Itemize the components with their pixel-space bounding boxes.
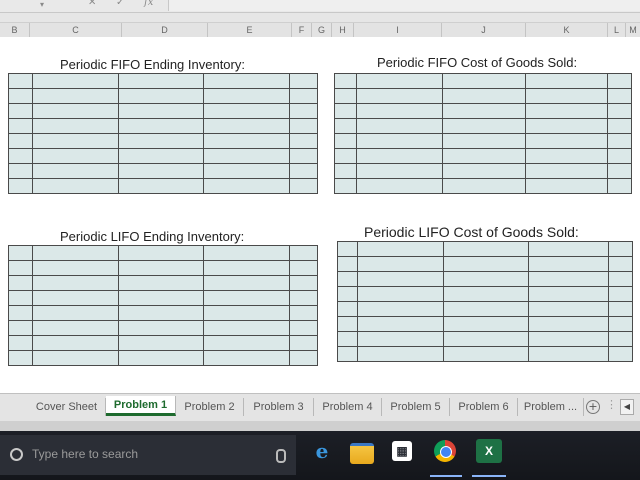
- more-options-icon[interactable]: ⋮: [606, 398, 617, 411]
- column-header-f[interactable]: F: [292, 23, 312, 37]
- column-header-b[interactable]: B: [0, 23, 30, 37]
- tab-problem-3[interactable]: Problem 3: [244, 398, 314, 416]
- column-header-h[interactable]: H: [332, 23, 354, 37]
- lifo-ending-inventory-table[interactable]: [8, 245, 318, 366]
- fifo-ending-inventory-title: Periodic FIFO Ending Inventory:: [60, 57, 245, 72]
- lifo-cogs-title: Periodic LIFO Cost of Goods Sold:: [364, 224, 579, 240]
- search-placeholder: Type here to search: [32, 447, 139, 461]
- taskbar-search-box[interactable]: Type here to search: [0, 435, 296, 475]
- column-header-c[interactable]: C: [30, 23, 122, 37]
- column-header-k[interactable]: K: [526, 23, 608, 37]
- sheet-tabs-bar: Cover Sheet Problem 1 Problem 2 Problem …: [0, 393, 640, 422]
- name-box-dropdown-icon[interactable]: ▾: [40, 0, 44, 9]
- tab-problem-4[interactable]: Problem 4: [314, 398, 382, 416]
- lifo-cogs-table[interactable]: [337, 241, 633, 362]
- microphone-icon[interactable]: [276, 449, 286, 463]
- add-sheet-icon[interactable]: +: [586, 400, 600, 414]
- column-header-i[interactable]: I: [354, 23, 442, 37]
- column-header-d[interactable]: D: [122, 23, 208, 37]
- lifo-ending-inventory-title: Periodic LIFO Ending Inventory:: [60, 229, 245, 244]
- edge-icon[interactable]: e: [310, 439, 334, 463]
- worksheet: Periodic FIFO Ending Inventory: Periodic…: [0, 37, 640, 393]
- column-headers: B C D E F G H I J K L M: [0, 22, 640, 38]
- excel-active-indicator: [472, 475, 506, 477]
- tab-problem-2[interactable]: Problem 2: [176, 398, 244, 416]
- tab-problem-1[interactable]: Problem 1: [106, 396, 176, 416]
- cancel-icon[interactable]: ✕: [88, 0, 96, 8]
- fifo-ending-inventory-table[interactable]: [8, 73, 318, 194]
- windows-taskbar: Type here to search e ▦ X: [0, 431, 640, 480]
- excel-icon[interactable]: X: [476, 439, 502, 463]
- column-header-m[interactable]: M: [626, 23, 640, 37]
- formula-input[interactable]: [168, 0, 640, 11]
- enter-icon[interactable]: ✓: [116, 0, 124, 8]
- store-icon[interactable]: ▦: [392, 441, 412, 461]
- insert-function-icon[interactable]: fx: [144, 0, 153, 8]
- file-explorer-icon[interactable]: [350, 443, 374, 464]
- column-header-e[interactable]: E: [208, 23, 292, 37]
- fifo-cogs-title: Periodic FIFO Cost of Goods Sold:: [377, 55, 578, 70]
- formula-bar: ▾ ✕ ✓ fx: [0, 0, 640, 13]
- tab-problem-6[interactable]: Problem 6: [450, 398, 518, 416]
- fifo-cogs-table[interactable]: [334, 73, 632, 194]
- scroll-left-icon[interactable]: ◀: [620, 399, 634, 415]
- search-icon: [10, 448, 23, 461]
- status-bar: [0, 421, 640, 431]
- tab-cover-sheet[interactable]: Cover Sheet: [28, 398, 106, 416]
- tab-problem-more[interactable]: Problem ...: [518, 398, 584, 416]
- column-header-j[interactable]: J: [442, 23, 526, 37]
- column-header-l[interactable]: L: [608, 23, 626, 37]
- tab-problem-5[interactable]: Problem 5: [382, 398, 450, 416]
- chrome-icon[interactable]: [434, 440, 456, 462]
- screen: ▾ ✕ ✓ fx B C D E F G H I J K L M Periodi…: [0, 0, 640, 480]
- column-header-g[interactable]: G: [312, 23, 332, 37]
- chrome-active-indicator: [430, 475, 462, 477]
